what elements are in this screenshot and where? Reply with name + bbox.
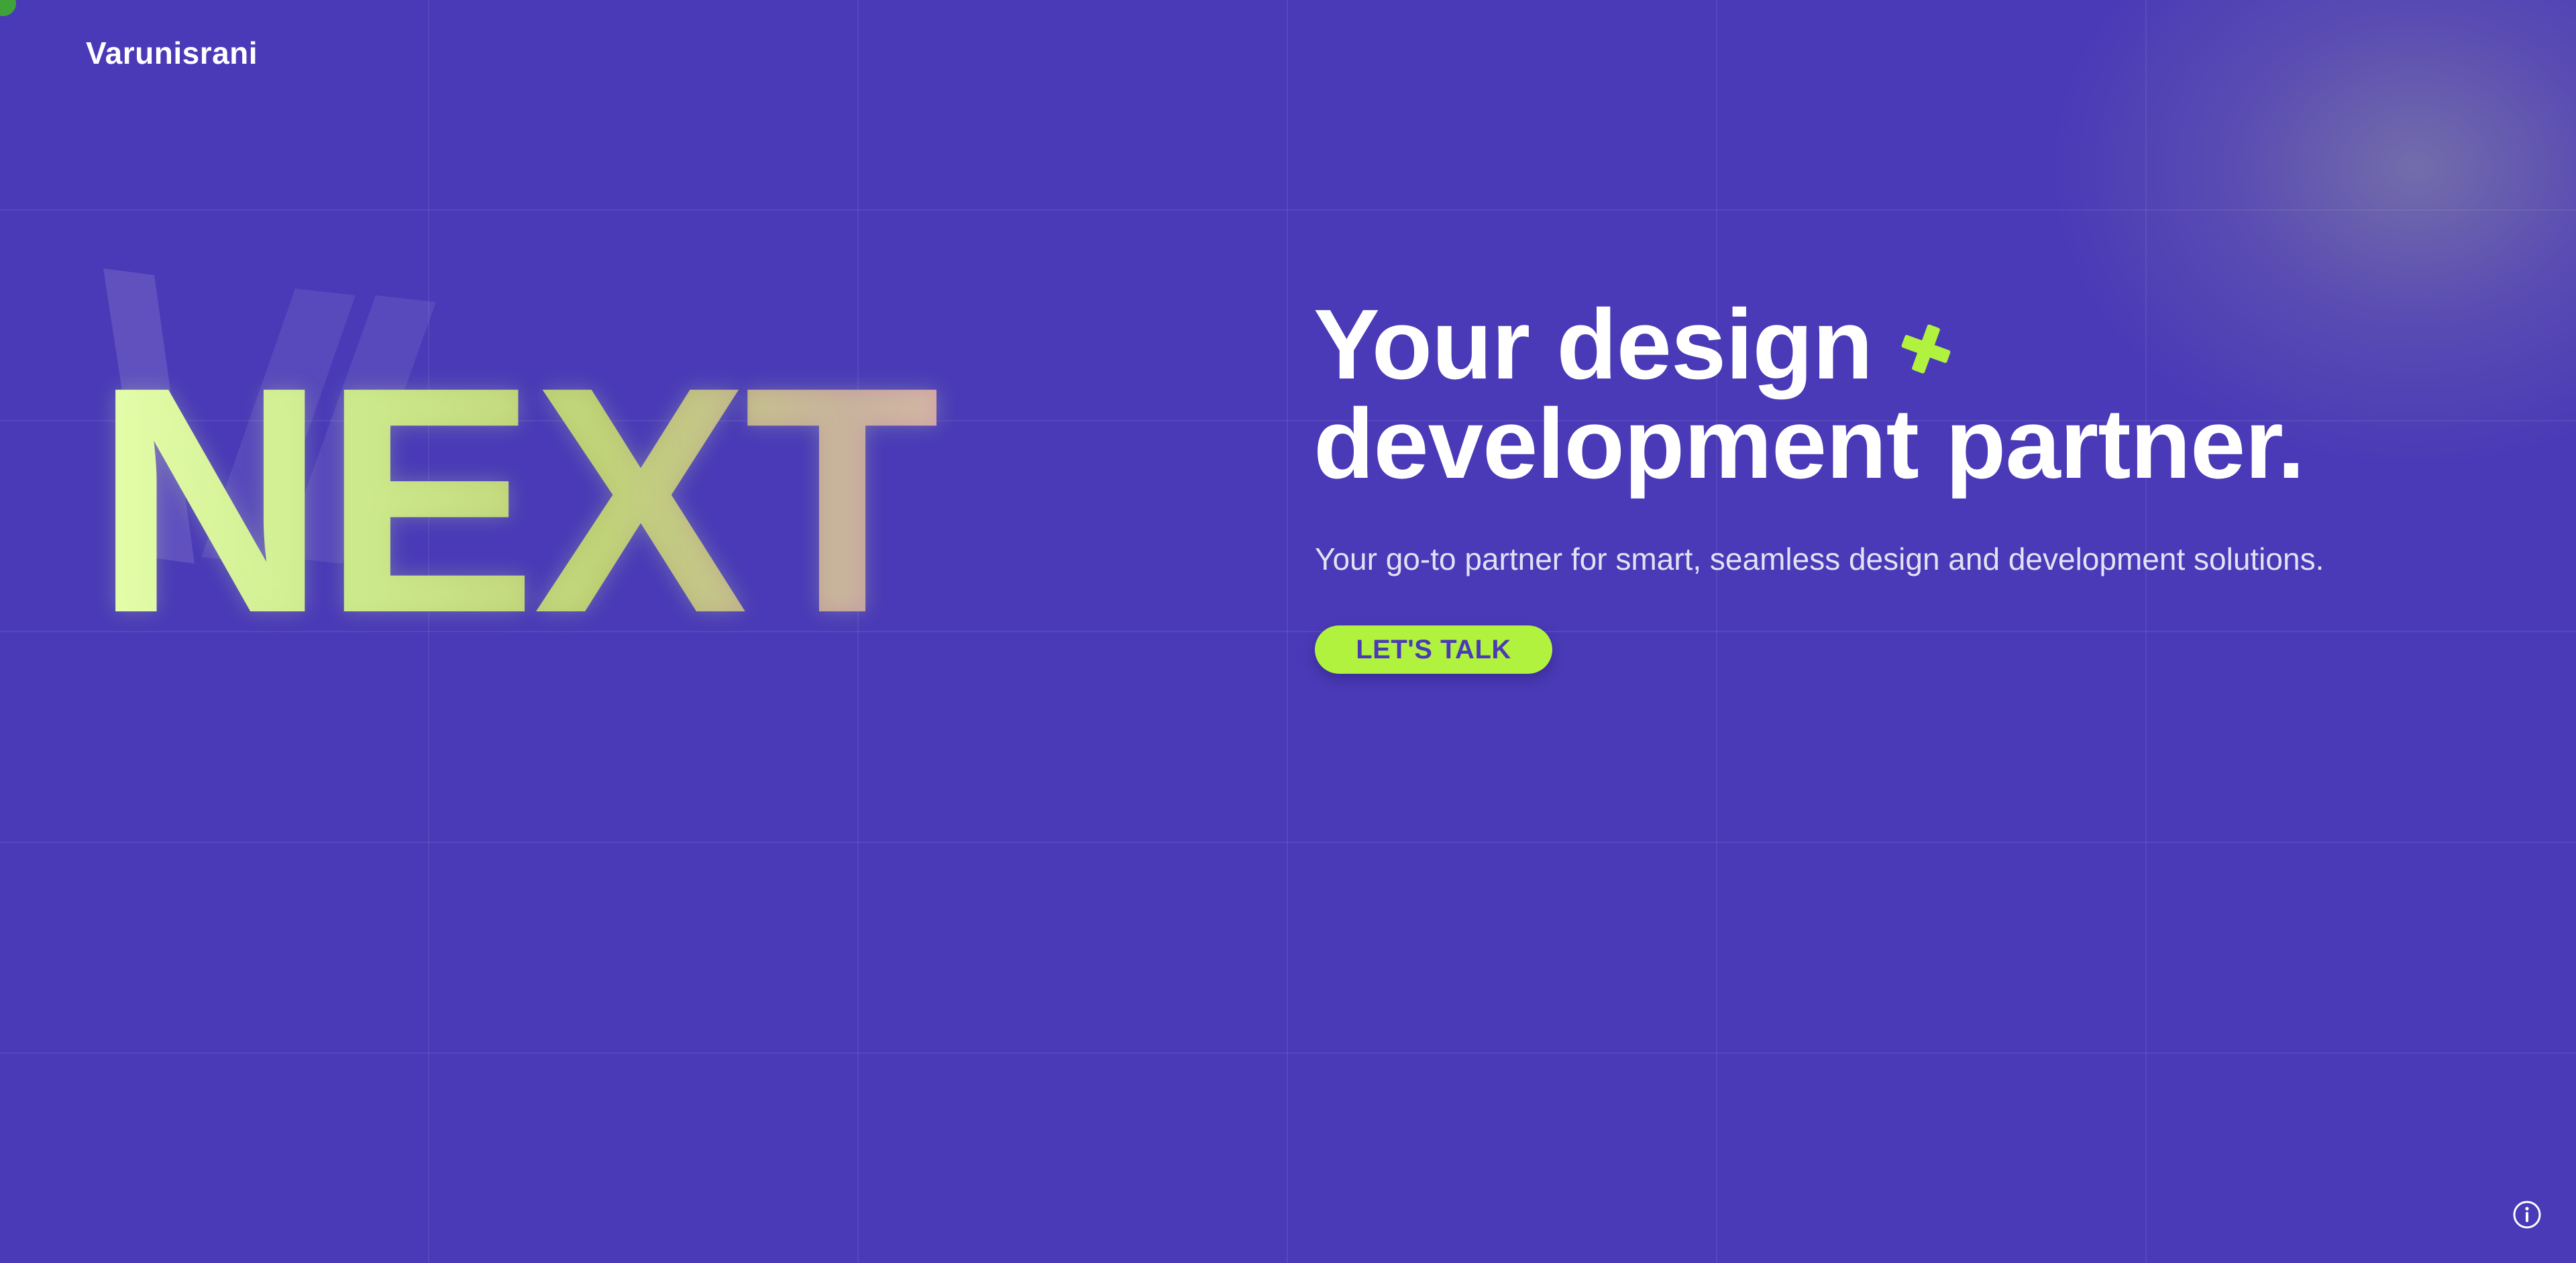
hero-headline: Your design development partner. (1313, 295, 2305, 499)
plus-icon (1901, 324, 1951, 374)
hero-subtitle: Your go-to partner for smart, seamless d… (1315, 542, 2324, 576)
page: Varunisrani NEXT Your design development… (0, 0, 2576, 1263)
grid-line (0, 1052, 2576, 1054)
headline-line-2: development partner. (1313, 389, 2305, 499)
grid-line (0, 842, 2576, 843)
corner-dot (0, 0, 16, 16)
hero-big-word: NEXT (94, 319, 941, 680)
brand-logo[interactable]: Varunisrani (86, 35, 258, 71)
headline-line-1: Your design (1313, 289, 1873, 400)
lets-talk-button[interactable]: LET'S TALK (1315, 625, 1552, 674)
grid-line (0, 209, 2576, 211)
info-icon[interactable] (2512, 1199, 2542, 1230)
